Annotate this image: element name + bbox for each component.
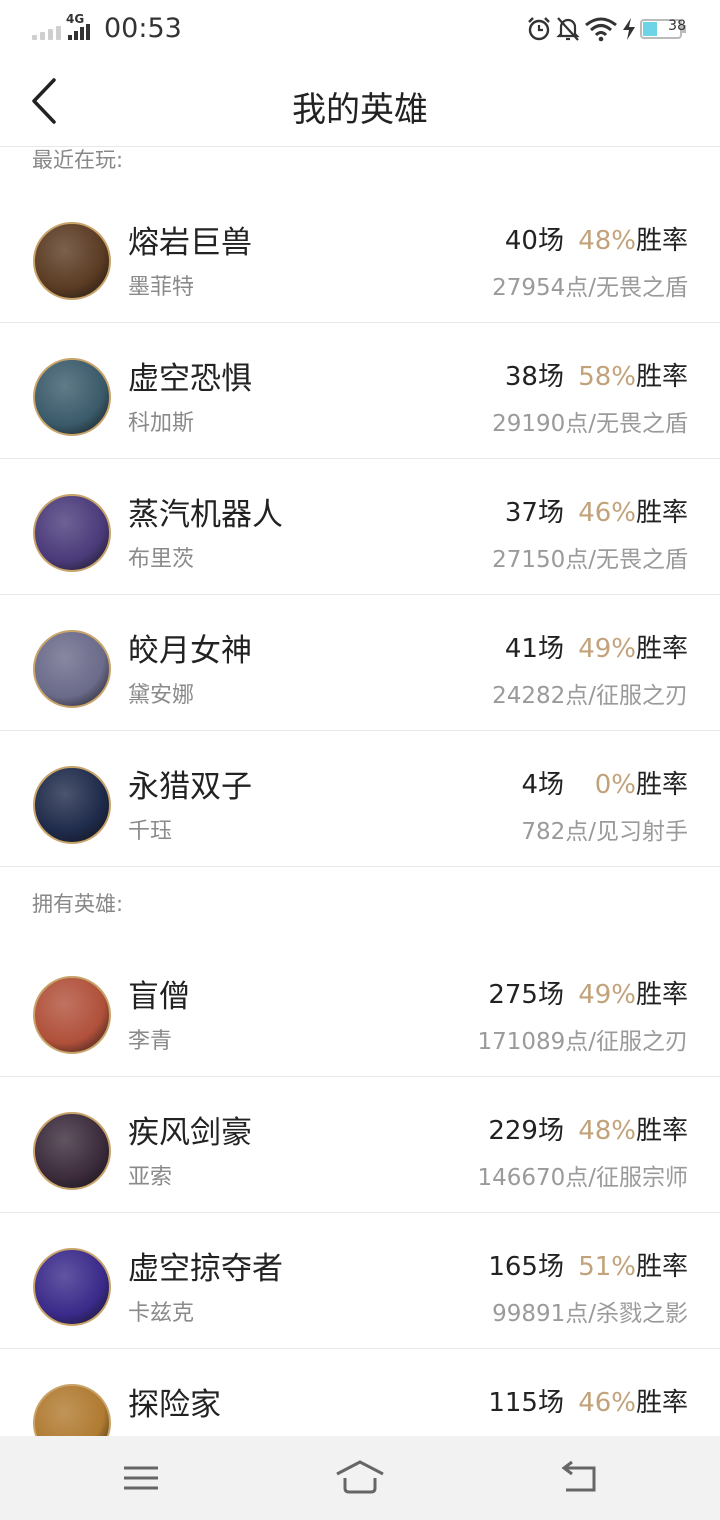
page-title: 我的英雄 <box>292 90 428 130</box>
hero-row[interactable]: 皎月女神黛安娜 41场 49%胜率 24282点/征服之刃 <box>0 594 720 730</box>
champion-name: 科加斯 <box>128 411 195 436</box>
hero-row[interactable]: 疾风剑豪亚索 229场 48%胜率 146670点/征服宗师 <box>0 1076 720 1212</box>
hero-avatar <box>33 630 111 708</box>
win-rate-value: 46% <box>578 1388 636 1418</box>
home-icon[interactable] <box>335 1458 385 1498</box>
games-played: 41场 <box>504 634 564 664</box>
hero-row[interactable]: 熔岩巨兽墨菲特 40场 48%胜率 27954点/无畏之盾 <box>0 187 720 322</box>
status-bar: 4G 00:53 38 <box>0 0 720 58</box>
win-rate-value: 0% <box>594 770 636 800</box>
win-rate-label: 胜率 <box>635 1116 688 1146</box>
mastery-points: 146670点/征服宗师 <box>477 1165 688 1191</box>
hero-title: 皎月女神 <box>128 633 252 669</box>
status-time: 00:53 <box>104 13 182 44</box>
hero-avatar <box>33 1384 111 1436</box>
champion-name: 亚索 <box>128 1165 173 1190</box>
games-played: 275场 <box>488 980 564 1010</box>
hero-title: 蒸汽机器人 <box>128 497 283 533</box>
hero-list[interactable]: 最近在玩: 熔岩巨兽 墨菲特 40场 48%胜率 27954点/无畏之盾 虚空恐惧 科加斯 38… <box>0 147 720 1436</box>
hero-stats: 37场 46%胜率 <box>504 492 688 529</box>
hero-row[interactable]: 虚空掠夺者卡兹克 165场 51%胜率 99891点/杀戮之影 <box>0 1212 720 1348</box>
hero-avatar <box>33 222 111 300</box>
hero-row[interactable]: 探险家 115场 46%胜率 <box>0 1348 720 1436</box>
games-played: 115场 <box>488 1388 564 1418</box>
system-nav-bar <box>0 1436 720 1520</box>
hero-avatar <box>33 358 111 436</box>
signal-strength-icon <box>32 18 68 40</box>
charging-icon <box>623 18 635 40</box>
hero-title: 疾风剑豪 <box>128 1115 252 1151</box>
hero-stats: 275场 49%胜率 <box>488 974 688 1011</box>
champion-name: 布里茨 <box>128 547 195 572</box>
win-rate-label: 胜率 <box>635 980 688 1010</box>
games-played: 229场 <box>488 1116 564 1146</box>
win-rate-value: 49% <box>578 980 636 1010</box>
section-label: 最近在玩: <box>32 148 124 172</box>
mastery-points: 29190点/无畏之盾 <box>492 411 688 437</box>
mastery-points: 27150点/无畏之盾 <box>492 547 688 573</box>
win-rate-value: 46% <box>578 498 636 528</box>
hero-avatar <box>33 1248 111 1326</box>
win-rate-value: 51% <box>578 1252 636 1282</box>
champion-name: 卡兹克 <box>128 1301 195 1326</box>
win-rate-label: 胜率 <box>635 1388 688 1418</box>
battery-level: 38 <box>668 18 686 34</box>
hero-section: 拥有英雄: <box>0 866 720 941</box>
hero-stats: 165场 51%胜率 <box>488 1246 688 1283</box>
mastery-points: 24282点/征服之刃 <box>492 683 688 709</box>
games-played: 165场 <box>488 1252 564 1282</box>
hero-stats: 41场 49%胜率 <box>504 628 688 665</box>
mastery-points: 782点/见习射手 <box>521 819 688 845</box>
games-played: 40场 <box>504 226 564 256</box>
champion-name: 黛安娜 <box>128 683 195 708</box>
games-played: 37场 <box>504 498 564 528</box>
mastery-points: 171089点/征服之刃 <box>477 1029 688 1055</box>
hero-section: 最近在玩: <box>0 147 720 187</box>
hero-title: 熔岩巨兽 <box>128 225 252 261</box>
section-label: 拥有英雄: <box>32 892 124 916</box>
win-rate-label: 胜率 <box>635 770 688 800</box>
mastery-points: 27954点/无畏之盾 <box>492 275 688 301</box>
hero-avatar <box>33 766 111 844</box>
hero-stats: 229场 48%胜率 <box>488 1110 688 1147</box>
hero-row[interactable]: 虚空恐惧科加斯 38场 58%胜率 29190点/无畏之盾 <box>0 322 720 458</box>
games-played: 4场 <box>521 770 564 800</box>
mobile-signal-icon <box>68 24 94 40</box>
hero-title: 虚空恐惧 <box>128 361 252 397</box>
win-rate-value: 48% <box>578 1116 636 1146</box>
hero-row[interactable]: 盲僧李青 275场 49%胜率 171089点/征服之刃 <box>0 941 720 1076</box>
win-rate-value: 58% <box>578 362 636 392</box>
hero-title: 永猎双子 <box>128 769 252 805</box>
wifi-icon <box>585 17 617 42</box>
win-rate-value: 48% <box>578 226 636 256</box>
hero-row[interactable]: 蒸汽机器人布里茨 37场 46%胜率 27150点/无畏之盾 <box>0 458 720 594</box>
win-rate-label: 胜率 <box>635 226 688 256</box>
mute-bell-icon <box>556 17 580 41</box>
back-return-icon[interactable] <box>554 1458 604 1498</box>
win-rate-label: 胜率 <box>635 362 688 392</box>
hero-avatar <box>33 1112 111 1190</box>
hero-avatar <box>33 976 111 1054</box>
hero-stats: 40场 48%胜率 <box>504 220 688 257</box>
win-rate-label: 胜率 <box>635 498 688 528</box>
champion-name: 墨菲特 <box>128 275 195 300</box>
hero-row[interactable]: 永猎双子千珏 4场 0%胜率 782点/见习射手 <box>0 730 720 866</box>
app-header: 我的英雄 <box>0 58 720 147</box>
hero-title: 探险家 <box>128 1387 221 1423</box>
win-rate-label: 胜率 <box>635 634 688 664</box>
menu-icon[interactable] <box>116 1458 166 1498</box>
mastery-points: 99891点/杀戮之影 <box>492 1301 688 1327</box>
hero-title: 虚空掠夺者 <box>128 1251 283 1287</box>
hero-title: 盲僧 <box>128 979 190 1015</box>
hero-stats: 4场 0%胜率 <box>504 764 688 801</box>
alarm-icon <box>528 17 550 41</box>
champion-name: 千珏 <box>128 819 173 844</box>
hero-stats: 38场 58%胜率 <box>504 356 688 393</box>
champion-name: 李青 <box>128 1029 173 1054</box>
games-played: 38场 <box>504 362 564 392</box>
hero-stats: 115场 46%胜率 <box>488 1382 688 1419</box>
win-rate-value: 49% <box>578 634 636 664</box>
hero-avatar <box>33 494 111 572</box>
win-rate-label: 胜率 <box>635 1252 688 1282</box>
